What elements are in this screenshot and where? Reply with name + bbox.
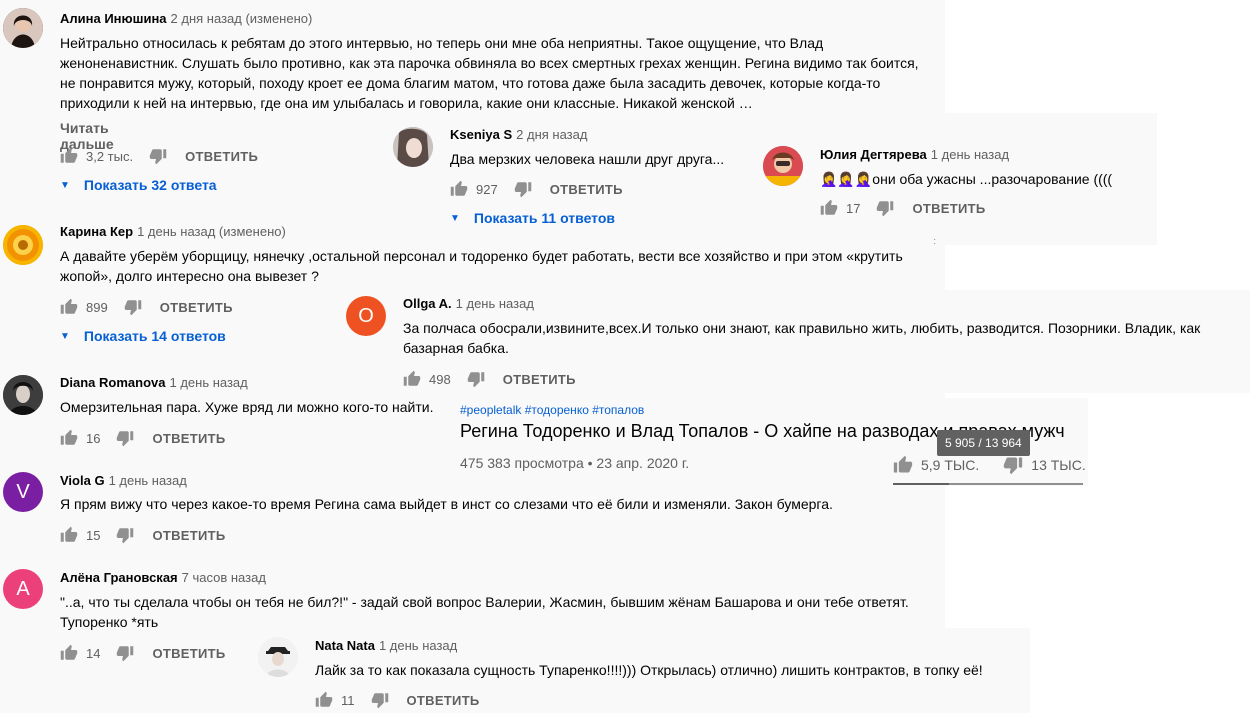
like-count: 11 xyxy=(341,692,355,708)
avatar[interactable] xyxy=(3,225,43,265)
dislike-icon[interactable] xyxy=(514,180,532,198)
dislike-icon[interactable] xyxy=(371,691,389,709)
like-count: 498 xyxy=(429,371,451,387)
caret-down-icon: ▼ xyxy=(450,212,460,224)
reply-button[interactable]: ОТВЕТИТЬ xyxy=(550,182,623,197)
video-dislike-icon[interactable] xyxy=(1003,455,1023,475)
comment-text: За полчаса обосрали,извините,всех.И толь… xyxy=(403,320,1201,356)
caret-down-icon: ▼ xyxy=(60,330,70,342)
comment-text: 🤦‍♀️🤦‍♀️🤦‍♀️они оба ужасны ...разочарова… xyxy=(820,171,1113,187)
comment-author[interactable]: Kseniya S2 дня назад xyxy=(450,127,587,142)
like-icon[interactable] xyxy=(60,526,78,544)
reply-button[interactable]: ОТВЕТИТЬ xyxy=(912,201,985,216)
like-count: 927 xyxy=(476,181,498,197)
comment-author[interactable]: Алина Инюшина 2 дня назад (изменено) xyxy=(60,11,312,26)
dislike-icon[interactable] xyxy=(876,199,894,217)
comment-time[interactable]: 1 день назад xyxy=(109,473,187,488)
like-count: 3,2 тыс. xyxy=(86,148,134,164)
comment-text: Я прям вижу что через какое-то время Рег… xyxy=(60,496,833,512)
reply-button[interactable]: ОТВЕТИТЬ xyxy=(503,372,576,387)
like-icon[interactable] xyxy=(60,298,78,316)
like-count: 14 xyxy=(86,645,101,661)
dislike-icon[interactable] xyxy=(124,298,142,316)
like-icon[interactable] xyxy=(315,691,333,709)
like-icon[interactable] xyxy=(60,147,78,165)
avatar[interactable] xyxy=(393,127,433,167)
caret-down-icon: ▼ xyxy=(60,179,70,191)
reply-button[interactable]: ОТВЕТИТЬ xyxy=(160,300,233,315)
like-count: 899 xyxy=(86,299,108,315)
like-icon[interactable] xyxy=(450,180,468,198)
comment-author[interactable]: Юлия Дегтярева 1 день назад xyxy=(820,147,1009,162)
sentiment-bar xyxy=(893,483,1083,485)
like-count: 15 xyxy=(86,527,101,543)
comment-time[interactable]: 1 день назад xyxy=(169,375,247,390)
like-icon[interactable] xyxy=(60,644,78,662)
sentiment-bar-like-fill xyxy=(893,483,950,485)
dislike-icon[interactable] xyxy=(116,429,134,447)
reply-button[interactable]: ОТВЕТИТЬ xyxy=(185,149,258,164)
avatar[interactable]: A xyxy=(3,569,43,609)
like-count: 17 xyxy=(846,200,861,216)
like-count: 16 xyxy=(86,430,101,446)
avatar[interactable] xyxy=(258,637,298,677)
video-hashtags[interactable]: #peopletalk #тодоренко #топалов xyxy=(460,403,644,417)
reply-button[interactable]: ОТВЕТИТЬ xyxy=(152,431,225,446)
avatar[interactable] xyxy=(3,375,43,415)
avatar[interactable]: O xyxy=(346,296,386,336)
comment-author[interactable]: Viola G1 день назад xyxy=(60,473,187,488)
reply-button[interactable]: ОТВЕТИТЬ xyxy=(152,646,225,661)
video-like-icon[interactable] xyxy=(893,455,913,475)
comment-author[interactable]: Nata Nata 1 день назад xyxy=(315,638,457,653)
comment-time[interactable]: 1 день назад xyxy=(456,296,534,311)
video-like-count: 5,9 ТЫС. xyxy=(921,457,980,473)
show-replies-button[interactable]: ▼ Показать 14 ответов xyxy=(60,328,226,344)
dislike-icon[interactable] xyxy=(149,147,167,165)
like-ratio-tooltip: 5 905 / 13 964 xyxy=(937,430,1030,456)
comment-time[interactable]: 1 день назад xyxy=(379,638,457,653)
like-icon[interactable] xyxy=(403,370,421,388)
comment-time[interactable]: 2 дня назад (изменено) xyxy=(171,11,313,26)
reply-button[interactable]: ОТВЕТИТЬ xyxy=(407,693,480,708)
avatar[interactable] xyxy=(763,146,803,186)
comment-text: Два мерзких человека нашли друг друга... xyxy=(450,151,725,167)
comment-text: А давайте уберём уборщицу, нянечку ,оста… xyxy=(60,248,903,284)
comment-time[interactable]: 1 день назад (изменено) xyxy=(137,224,286,239)
comment-text: Нейтрально относилась к ребятам до этого… xyxy=(60,35,919,111)
comment-text: Омерзительная пара. Хуже вряд ли можно к… xyxy=(60,399,434,415)
comment-author[interactable]: Алёна Грановская 7 часов назад xyxy=(60,570,266,585)
comment-text: "..а, что ты сделала чтобы он тебя не би… xyxy=(60,594,909,630)
comment-time[interactable]: 1 день назад xyxy=(931,147,1009,162)
like-icon[interactable] xyxy=(820,199,838,217)
comment-author[interactable]: Карина Кер 1 день назад (изменено) xyxy=(60,224,286,239)
comment-time[interactable]: 7 часов назад xyxy=(182,570,266,585)
more-dots-icon[interactable]: · · xyxy=(933,235,936,249)
show-replies-button[interactable]: ▼ Показать 11 ответов xyxy=(450,210,615,226)
video-dislike-count: 13 ТЫС. xyxy=(1031,457,1086,473)
dislike-icon[interactable] xyxy=(467,370,485,388)
comment-text: Лайк за то как показала сущность Тупарен… xyxy=(315,662,983,678)
comment-time[interactable]: 2 дня назад xyxy=(516,127,587,142)
comment-author[interactable]: Diana Romanova 1 день назад xyxy=(60,375,248,390)
avatar[interactable]: V xyxy=(3,472,43,512)
like-icon[interactable] xyxy=(60,429,78,447)
comment-author[interactable]: Ollga A. 1 день назад xyxy=(403,296,534,311)
dislike-icon[interactable] xyxy=(116,644,134,662)
dislike-icon[interactable] xyxy=(116,526,134,544)
show-replies-button[interactable]: ▼ Показать 32 ответа xyxy=(60,177,217,193)
video-views-date: 475 383 просмотра • 23 апр. 2020 г. xyxy=(460,455,690,471)
reply-button[interactable]: ОТВЕТИТЬ xyxy=(152,528,225,543)
avatar[interactable] xyxy=(3,8,43,48)
